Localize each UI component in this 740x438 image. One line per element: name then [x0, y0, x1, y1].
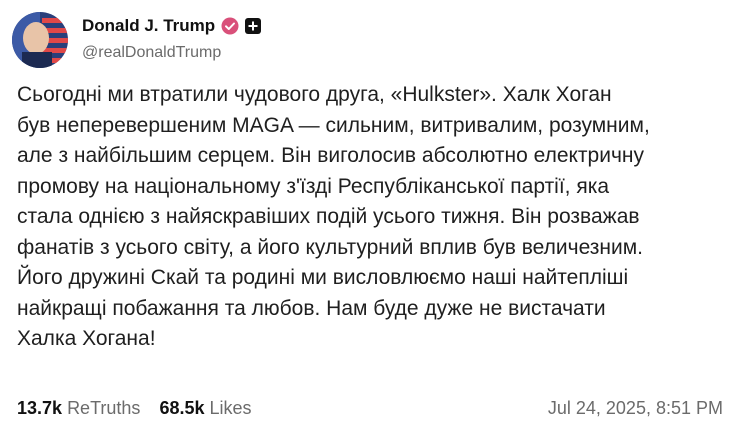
retruths-stat[interactable]: 13.7k ReTruths: [17, 398, 140, 419]
verified-badge-icon: [221, 17, 239, 35]
name-row: Donald J. Trump: [82, 16, 262, 36]
plus-icon[interactable]: [245, 18, 262, 34]
user-handle[interactable]: @realDonaldTrump: [82, 44, 221, 62]
post-card: Donald J. Trump @realDonaldTrump Сьогодн…: [0, 0, 740, 438]
retruths-label: ReTruths: [67, 398, 141, 418]
post-text: Сьогодні ми втратили чудового друга, «Hu…: [17, 83, 650, 350]
avatar[interactable]: [12, 12, 68, 68]
likes-label: Likes: [209, 398, 252, 418]
likes-count: 68.5k: [159, 398, 205, 418]
post-timestamp[interactable]: Jul 24, 2025, 8:51 PM: [548, 398, 723, 419]
display-name[interactable]: Donald J. Trump: [82, 16, 215, 36]
post-footer: 13.7k ReTruths 68.5k Likes Jul 24, 2025,…: [17, 398, 723, 426]
likes-stat[interactable]: 68.5k Likes: [159, 398, 251, 419]
retruths-count: 13.7k: [17, 398, 63, 418]
